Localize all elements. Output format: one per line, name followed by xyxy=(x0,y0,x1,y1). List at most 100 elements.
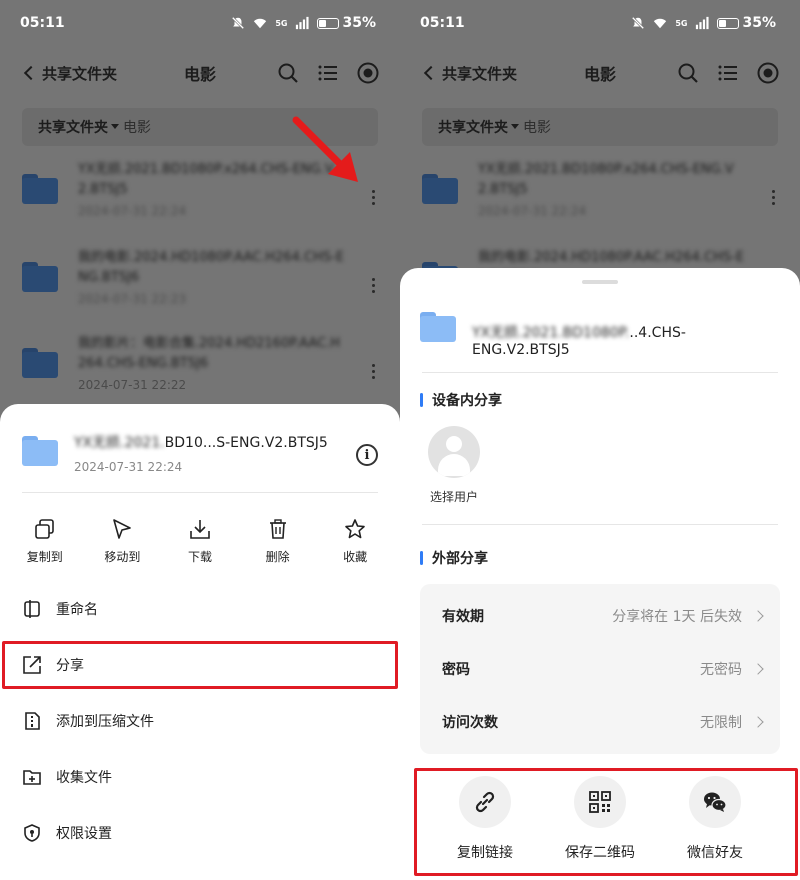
archive-icon xyxy=(25,712,40,730)
status-time: 05:11 xyxy=(20,15,65,31)
list-item[interactable]: 我的影片：电影合集.2024.HD2160P.AAC.H264.CHS-ENG.… xyxy=(22,334,378,412)
setting-expiry[interactable]: 有效期 分享将在 1天 后失效 xyxy=(442,590,764,642)
status-bar: 05:11 5G 35% xyxy=(420,8,776,38)
menu-label: 重命名 xyxy=(56,602,98,618)
wechat-icon xyxy=(704,792,727,812)
star-icon xyxy=(345,519,365,539)
back-button[interactable]: 共享文件夹 xyxy=(420,63,517,84)
wechat-friend-button[interactable]: 微信好友 xyxy=(660,776,770,862)
menu-item-permissions[interactable]: 权限设置 xyxy=(0,808,400,858)
more-options-icon[interactable] xyxy=(372,278,376,293)
qrcode-icon xyxy=(589,791,611,813)
sheet-file-date: 2024-07-31 22:24 xyxy=(74,460,183,474)
copy-link-button[interactable]: 复制链接 xyxy=(430,776,540,862)
battery-icon xyxy=(317,17,340,29)
caret-down-icon xyxy=(111,123,119,129)
rename-icon xyxy=(24,600,40,618)
list-item[interactable]: YX无损.2021.BD1080P.x264.CHS-ENG.V2.BTSJ5 … xyxy=(422,160,778,238)
share-option-label: 保存二维码 xyxy=(565,845,635,861)
collect-folder-icon xyxy=(23,770,41,785)
download-icon xyxy=(190,520,210,539)
search-icon[interactable] xyxy=(676,61,700,85)
folder-icon xyxy=(22,262,58,292)
back-chevron-icon xyxy=(423,65,439,81)
menu-label: 分享 xyxy=(56,658,84,674)
menu-label: 添加到压缩文件 xyxy=(56,714,154,730)
menu-label: 权限设置 xyxy=(56,826,112,842)
file-name: YX无损.2021.BD1080P.x264.CHS-ENG.V2.BTSJ5 xyxy=(478,162,734,197)
setting-password[interactable]: 密码 无密码 xyxy=(442,643,764,695)
file-date: 2024-07-31 22:22 xyxy=(78,378,187,392)
battery-indicator: 35% xyxy=(317,15,376,31)
breadcrumb-root[interactable]: 共享文件夹 xyxy=(438,117,508,137)
action-label: 下载 xyxy=(187,550,212,564)
folder-icon xyxy=(422,174,458,204)
delete-button[interactable]: 删除 xyxy=(243,518,313,565)
download-button[interactable]: 下载 xyxy=(165,518,235,565)
mute-bell-icon xyxy=(632,16,645,30)
list-view-icon[interactable] xyxy=(316,61,340,85)
action-label: 复制到 xyxy=(26,550,63,564)
breadcrumb: 共享文件夹 电影 xyxy=(422,108,778,146)
setting-label: 访问次数 xyxy=(442,715,498,731)
save-qrcode-button[interactable]: 保存二维码 xyxy=(545,776,655,862)
search-icon[interactable] xyxy=(276,61,300,85)
sheet-file-name: YX无损.2021.BD10...S-ENG.V2.BTSJ5 xyxy=(74,435,328,451)
list-item[interactable]: 我的电影.2024.HD1080P.AAC.H264.CHS-ENG.BTSJ6… xyxy=(22,248,378,326)
battery-percent: 35% xyxy=(342,15,376,31)
right-screen: 05:11 5G 35% 共享文件夹 电影 共享文件夹 电影 YX无损.2021… xyxy=(400,0,800,880)
status-time: 05:11 xyxy=(420,15,465,31)
chevron-right-icon xyxy=(752,610,764,622)
network-type-label: 5G xyxy=(275,18,288,28)
select-mode-icon[interactable] xyxy=(756,61,780,85)
folder-icon xyxy=(420,312,456,342)
caret-down-icon xyxy=(511,123,519,129)
action-label: 删除 xyxy=(265,550,290,564)
signal-icon xyxy=(296,16,310,30)
more-options-icon[interactable] xyxy=(372,364,376,379)
file-date: 2024-07-31 22:23 xyxy=(78,292,187,306)
move-to-button[interactable]: 移动到 xyxy=(87,518,157,565)
copy-icon xyxy=(34,519,54,539)
external-share-title: 外部分享 xyxy=(420,548,488,568)
folder-icon xyxy=(22,436,58,466)
drag-handle[interactable] xyxy=(582,280,618,284)
favorite-button[interactable]: 收藏 xyxy=(320,518,390,565)
quick-actions: 复制到 移动到 下载 删除 收藏 xyxy=(0,518,400,565)
menu-item-add-to-archive[interactable]: 添加到压缩文件 xyxy=(0,696,400,746)
menu-label: 收集文件 xyxy=(56,770,112,786)
wifi-icon xyxy=(654,18,667,29)
status-bar: 05:11 5G 35% xyxy=(20,8,376,38)
more-options-icon[interactable] xyxy=(372,190,376,205)
info-icon[interactable]: i xyxy=(356,444,378,466)
select-mode-icon[interactable] xyxy=(356,61,380,85)
back-button[interactable]: 共享文件夹 xyxy=(20,63,117,84)
divider xyxy=(422,524,778,525)
setting-value: 无限制 xyxy=(700,715,742,731)
top-nav: 共享文件夹 电影 xyxy=(20,52,380,94)
divider xyxy=(22,492,378,493)
list-view-icon[interactable] xyxy=(716,61,740,85)
select-user-button[interactable]: 选择用户 xyxy=(428,426,480,505)
share-option-label: 复制链接 xyxy=(457,845,513,861)
share-sheet: YX无损.2021.BD1080P...4.CHS-ENG.V2.BTSJ5 设… xyxy=(400,268,800,880)
sheet-file-header: YX无损.2021.BD1080P...4.CHS-ENG.V2.BTSJ5 xyxy=(420,308,778,368)
sheet-file-name: YX无损.2021.BD1080P...4.CHS-ENG.V2.BTSJ5 xyxy=(472,325,686,358)
setting-access-count[interactable]: 访问次数 无限制 xyxy=(442,696,764,748)
breadcrumb-root[interactable]: 共享文件夹 xyxy=(38,117,108,137)
copy-to-button[interactable]: 复制到 xyxy=(10,518,80,565)
battery-indicator: 35% xyxy=(717,15,776,31)
file-date: 2024-07-31 22:24 xyxy=(78,204,187,218)
file-name: 我的影片：电影合集.2024.HD2160P.AAC.H264.CHS-ENG.… xyxy=(78,336,341,371)
signal-icon xyxy=(696,16,710,30)
move-icon xyxy=(113,519,132,539)
back-label: 共享文件夹 xyxy=(42,64,118,83)
menu-item-collect-files[interactable]: 收集文件 xyxy=(0,752,400,802)
menu-item-rename[interactable]: 重命名 xyxy=(0,584,400,634)
setting-label: 密码 xyxy=(442,662,470,678)
file-name: 我的电影.2024.HD1080P.AAC.H264.CHS-ENG.BTSJ6 xyxy=(78,250,345,285)
more-options-icon[interactable] xyxy=(772,190,776,205)
setting-label: 有效期 xyxy=(442,609,484,625)
chevron-right-icon xyxy=(752,663,764,675)
menu-item-share[interactable]: 分享 xyxy=(0,640,400,690)
